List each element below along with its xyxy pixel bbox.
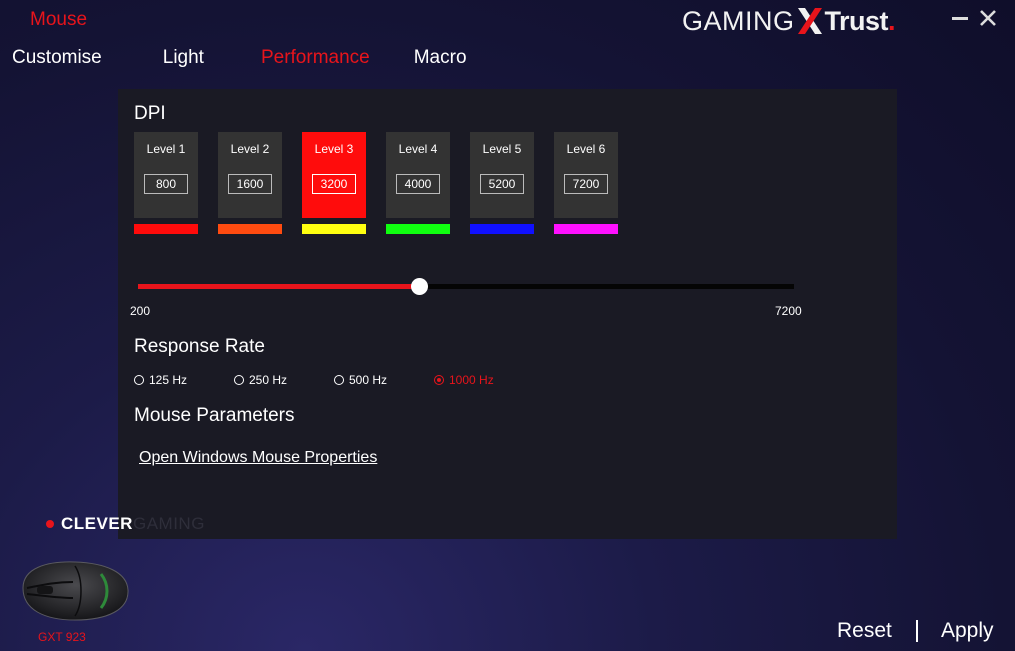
dpi-level-label: Level 5 [482,142,522,156]
tab-bar: Customise Light Performance Macro [12,47,467,69]
dpi-level-1[interactable]: Level 1 800 [134,132,198,218]
dpi-level-label: Level 2 [230,142,270,156]
radio-250hz[interactable]: 250 Hz [234,373,287,387]
dpi-level-value-input[interactable]: 4000 [396,174,440,194]
dpi-level-6-color-swatch[interactable] [554,224,618,234]
window-controls [951,7,997,29]
response-rate-title: Response Rate [134,336,265,357]
brand-trust-text: Trust [824,6,889,36]
radio-circle-icon [334,375,344,385]
radio-label: 500 Hz [349,373,388,387]
dpi-level-4[interactable]: Level 4 4000 [386,132,450,218]
dpi-slider-max-label: 7200 [775,304,802,318]
logo-dot-icon [46,520,54,528]
reset-button[interactable]: Reset [837,619,892,643]
dpi-slider-thumb[interactable] [411,278,429,295]
tab-macro[interactable]: Macro [414,47,467,69]
device-title: Mouse [30,9,88,30]
mouse-device-image [17,558,131,624]
x-logo-icon [796,8,824,34]
dpi-level-2[interactable]: Level 2 1600 [218,132,282,218]
tab-performance[interactable]: Performance [261,47,370,69]
dpi-level-value-input[interactable]: 800 [144,174,188,194]
dpi-level-value-input[interactable]: 5200 [480,174,524,194]
radio-label: 1000 Hz [449,373,494,387]
brand-gaming-text: GAMING [682,6,795,36]
radio-circle-icon [134,375,144,385]
dpi-level-value-input[interactable]: 3200 [312,174,356,194]
dpi-level-label: Level 3 [314,142,354,156]
close-icon[interactable] [979,7,997,29]
radio-label: 250 Hz [249,373,288,387]
dpi-level-value-input[interactable]: 1600 [228,174,272,194]
dpi-level-label: Level 1 [146,142,186,156]
dpi-level-3[interactable]: Level 3 3200 [302,132,366,218]
minimize-icon[interactable] [951,7,969,29]
gaming-trust-logo: GAMING Trust . [682,4,896,36]
dpi-title: DPI [134,103,166,124]
dpi-slider-fill [138,284,420,289]
dpi-level-value-input[interactable]: 7200 [564,174,608,194]
dpi-level-label: Level 4 [398,142,438,156]
radio-500hz[interactable]: 500 Hz [334,373,387,387]
clever-gaming-logo: CLEVER GAMING [46,514,205,534]
dpi-level-6[interactable]: Level 6 7200 [554,132,618,218]
dpi-level-4-color-swatch[interactable] [386,224,450,234]
logo-gaming-text: GAMING [132,514,205,533]
brand-dot: . [888,6,896,36]
footer-divider [916,620,918,642]
mouse-model-label: GXT 923 [38,630,86,644]
apply-button[interactable]: Apply [941,619,994,643]
radio-circle-icon [434,375,444,385]
dpi-level-3-color-swatch[interactable] [302,224,366,234]
tab-customise[interactable]: Customise [12,47,102,69]
radio-125hz[interactable]: 125 Hz [134,373,187,387]
dpi-slider[interactable] [138,278,794,296]
radio-1000hz[interactable]: 1000 Hz [434,373,494,387]
open-windows-mouse-properties-link[interactable]: Open Windows Mouse Properties [139,449,377,467]
mouse-parameters-title: Mouse Parameters [134,405,295,426]
dpi-slider-min-label: 200 [130,304,151,318]
radio-label: 125 Hz [149,373,188,387]
dpi-level-1-color-swatch[interactable] [134,224,198,234]
tab-light[interactable]: Light [163,47,204,69]
dpi-level-5[interactable]: Level 5 5200 [470,132,534,218]
logo-clever-text: CLEVER [61,514,133,533]
dpi-level-5-color-swatch[interactable] [470,224,534,234]
radio-circle-icon [234,375,244,385]
dpi-level-label: Level 6 [566,142,606,156]
dpi-level-2-color-swatch[interactable] [218,224,282,234]
